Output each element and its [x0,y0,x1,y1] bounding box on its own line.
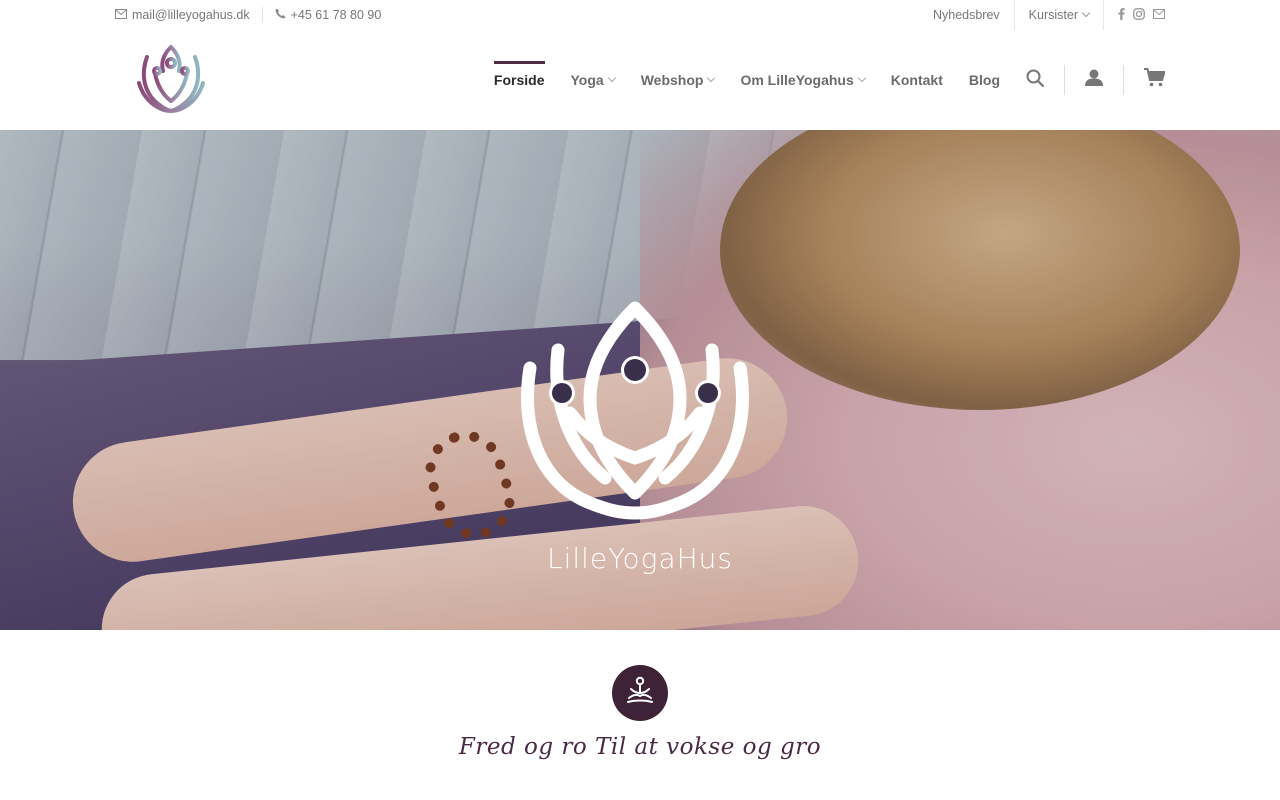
nav-item-om-lilleyogahus[interactable]: Om LilleYogahus [740,30,867,130]
social-links [1103,0,1165,30]
nav-label: Webshop [640,72,704,88]
chevron-down-icon [707,73,716,83]
nav-label: Forside [493,72,545,88]
nav-label: Yoga [570,72,604,88]
divider [1064,65,1065,95]
site-logo[interactable] [133,43,209,115]
nav-label: Blog [968,72,1000,88]
envelope-icon[interactable] [1153,8,1165,22]
chevron-down-icon [1081,8,1091,18]
main-nav: Forside Yoga Webshop Om LilleYogahus Kon… [468,30,1166,130]
kursister-dropdown[interactable]: Kursister [1013,0,1103,30]
hero-title: LilleYogaHus [546,542,734,575]
newsletter-link[interactable]: Nyhedsbrev [919,0,1014,30]
email-link[interactable]: mail@lilleyogahus.dk [115,8,250,22]
phone-text: +45 61 78 80 90 [290,8,382,22]
meditation-badge [612,665,668,721]
main-header: Forside Yoga Webshop Om LilleYogahus Kon… [0,30,1280,130]
chevron-down-icon [857,73,867,83]
top-links: Nyhedsbrev Kursister [919,0,1165,30]
nav-label: Om LilleYogahus [740,72,854,88]
nav-item-yoga[interactable]: Yoga [570,30,616,130]
user-icon [1085,69,1103,91]
nav-item-kontakt[interactable]: Kontakt [891,30,943,130]
nav-item-blog[interactable]: Blog [969,30,1000,130]
phone-link[interactable]: +45 61 78 80 90 [275,8,382,22]
tagline: Fred og ro Til at vokse og gro [458,734,822,760]
account-button[interactable] [1085,30,1103,130]
divider [1123,65,1124,95]
email-text: mail@lilleyogahus.dk [132,8,250,22]
nav-label: Kontakt [890,72,943,88]
instagram-icon[interactable] [1133,7,1145,23]
lotus-logo-icon [510,298,760,528]
contact-info: mail@lilleyogahus.dk +45 61 78 80 90 [115,0,381,30]
top-bar: mail@lilleyogahus.dk +45 61 78 80 90 Nyh… [0,0,1280,30]
cart-button[interactable] [1144,30,1166,130]
cart-icon [1144,68,1166,92]
meditation-icon [623,674,657,713]
envelope-icon [115,8,127,22]
search-icon [1026,69,1045,92]
divider [261,7,263,23]
nav-item-webshop[interactable]: Webshop [640,30,716,130]
newsletter-label: Nyhedsbrev [932,8,1000,22]
search-button[interactable] [1026,30,1045,130]
phone-icon [275,8,286,22]
kursister-label: Kursister [1028,8,1078,22]
facebook-icon[interactable] [1118,7,1125,23]
hero-banner: LilleYogaHus [0,130,1280,630]
chevron-down-icon [607,73,616,83]
nav-item-forside[interactable]: Forside [493,30,545,130]
